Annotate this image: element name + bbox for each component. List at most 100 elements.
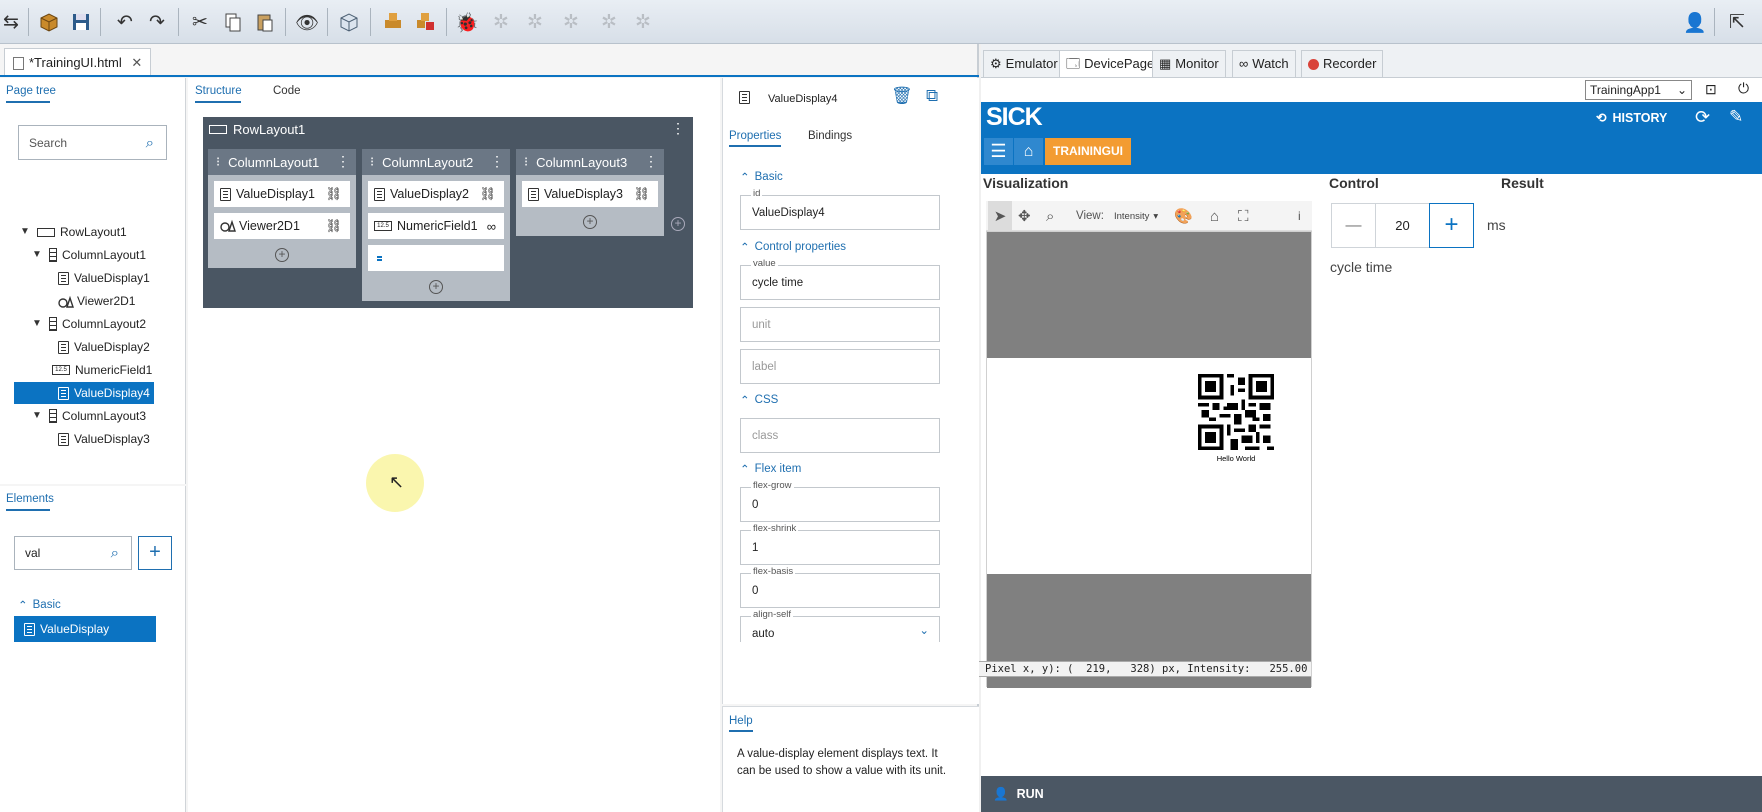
chevron-down-icon[interactable]: ▼ [30, 405, 44, 427]
class-field[interactable]: class [740, 418, 940, 453]
view-mode-select[interactable]: Intensity ▾ [1114, 201, 1158, 231]
link-icon[interactable]: ∞ [487, 219, 496, 234]
tree-item-valuedisplay3[interactable]: ValueDisplay3 [58, 428, 150, 450]
step-over-icon[interactable]: ✲ [556, 7, 586, 37]
step-icon[interactable]: ✲ [486, 7, 516, 37]
unlink-icon[interactable]: ⛓ [479, 186, 496, 202]
fit-view-icon[interactable]: ⛶ [1238, 201, 1249, 231]
redo-icon[interactable]: ↷ [142, 7, 172, 37]
cube-icon[interactable] [334, 7, 364, 37]
section-basic[interactable]: ⌃ Basic [740, 170, 783, 184]
align-self-select[interactable]: align-self auto ⌄ [740, 609, 940, 642]
chevron-down-icon[interactable]: ⌄ [919, 623, 929, 637]
step-out-icon[interactable]: ✲ [594, 7, 624, 37]
tree-item-columnlayout1[interactable]: ▼ ColumnLayout1 [30, 244, 146, 266]
section-control-properties[interactable]: ⌃ Control properties [740, 240, 846, 254]
debug-icon[interactable]: 🐞 [452, 7, 482, 37]
power-icon[interactable]: ⏻ [1738, 80, 1749, 97]
pan-tool-icon[interactable]: ✥ [1018, 201, 1031, 231]
save-icon[interactable] [66, 7, 96, 37]
more-vert-icon[interactable]: ⋮ [490, 153, 504, 170]
screenshot-icon[interactable]: ⊡ [1705, 81, 1717, 98]
more-vert-icon[interactable]: ⋮ [644, 153, 658, 170]
copy-icon[interactable] [218, 7, 248, 37]
nav-page-trainingui[interactable]: TRAININGUI [1045, 138, 1131, 165]
paste-icon[interactable] [250, 7, 280, 37]
zoom-tool-icon[interactable]: ⌕ [1046, 201, 1054, 231]
unlink-icon[interactable]: ⛓ [325, 186, 342, 202]
chevron-down-icon[interactable]: ▼ [30, 244, 44, 266]
block-valuedisplay3[interactable]: ValueDisplay3 ⛓ [522, 181, 658, 207]
unlink-icon[interactable]: ⛓ [325, 218, 342, 234]
refresh-icon[interactable]: ⟳ [1695, 107, 1710, 128]
block-viewer2d1[interactable]: Viewer2D1 ⛓ [214, 213, 350, 239]
home-view-icon[interactable]: ⌂ [1210, 201, 1219, 231]
add-column-icon[interactable]: + [671, 217, 685, 231]
add-child-icon[interactable]: + [429, 280, 443, 294]
sync-icon[interactable]: ⇆ [0, 7, 26, 37]
elements-group-basic[interactable]: ⌃ Basic [18, 598, 61, 612]
unit-field[interactable]: unit [740, 307, 940, 342]
debug-stop-icon[interactable]: ✲ [628, 7, 658, 37]
tab-bindings[interactable]: Bindings [808, 130, 852, 142]
delete-icon[interactable]: 🗑 [891, 86, 913, 106]
flex-shrink-field[interactable]: flex-shrink 1 [740, 523, 940, 565]
info-icon[interactable]: i [1298, 201, 1301, 231]
tab-structure[interactable]: Structure [195, 85, 242, 97]
add-child-icon[interactable]: + [275, 248, 289, 262]
package-icon[interactable] [34, 7, 64, 37]
tab-code[interactable]: Code [273, 85, 301, 97]
user-icon[interactable]: 👤 [1680, 7, 1710, 37]
chevron-down-icon[interactable]: ▼ [18, 221, 32, 243]
pointer-tool-icon[interactable]: ➤ [988, 201, 1012, 231]
block-numericfield1[interactable]: 12.5 NumericField1 ∞ [368, 213, 504, 239]
value-field[interactable]: value cycle time [740, 258, 940, 300]
increment-button[interactable]: + [1429, 203, 1474, 248]
element-valuedisplay[interactable]: ValueDisplay [14, 616, 156, 642]
file-tab[interactable]: *TrainingUI.html ✕ [4, 48, 152, 76]
tree-item-rowlayout1[interactable]: ▼ RowLayout1 [18, 221, 127, 243]
tab-emulator[interactable]: ⚙ Emulator [983, 50, 1065, 78]
decrement-button[interactable]: — [1331, 203, 1376, 248]
menu-icon[interactable]: ☰ [984, 138, 1013, 165]
column-block-2[interactable]: ⁝ ColumnLayout2 ⋮ ValueDisplay2 ⛓ 12.5 Nume… [362, 149, 510, 301]
tab-recorder[interactable]: Recorder [1301, 50, 1384, 78]
block-valuedisplay2[interactable]: ValueDisplay2 ⛓ [368, 181, 504, 207]
tab-properties[interactable]: Properties [729, 130, 781, 142]
id-field[interactable]: id ValueDisplay4 [740, 188, 940, 230]
label-field[interactable]: label [740, 349, 940, 384]
rowlayout-block[interactable]: RowLayout1 ⋮ ⁝ ColumnLayout1 ⋮ ValueDispl… [203, 117, 693, 308]
cycle-time-input[interactable]: 20 [1376, 203, 1429, 248]
tree-item-valuedisplay2[interactable]: ValueDisplay2 [58, 336, 150, 358]
more-vert-icon[interactable]: ⋮ [336, 153, 350, 170]
flex-basis-field[interactable]: flex-basis 0 [740, 566, 940, 608]
column-block-3[interactable]: ⁝ ColumnLayout3 ⋮ ValueDisplay3 ⛓ + [516, 149, 664, 236]
home-icon[interactable]: ⌂ [1014, 138, 1043, 165]
add-element-button[interactable]: + [138, 536, 172, 570]
tab-watch[interactable]: ∞ Watch [1232, 50, 1296, 78]
preview-icon[interactable]: 👁 [292, 7, 322, 37]
undo-icon[interactable]: ↶ [110, 7, 140, 37]
add-child-icon[interactable]: + [583, 215, 597, 229]
elements-search-input[interactable]: val ⌕ [14, 536, 132, 570]
tree-item-columnlayout3[interactable]: ▼ ColumnLayout3 [30, 405, 146, 427]
viewer-canvas[interactable]: Hello World Pixel x, y): ( 219, 328) px,… [979, 231, 1312, 688]
export-icon[interactable]: ⇱ [1722, 7, 1752, 37]
search-icon[interactable]: ⌕ [146, 134, 154, 151]
unlink-icon[interactable]: ⛓ [479, 250, 496, 266]
tree-item-viewer2d1[interactable]: Viewer2D1 [58, 290, 135, 312]
edit-icon[interactable]: ✎ [1729, 107, 1743, 127]
palette-icon[interactable]: 🎨 [1174, 201, 1193, 231]
tab-monitor[interactable]: ▦ Monitor [1152, 50, 1226, 78]
tab-devicepage[interactable]: 🗔 DevicePage [1059, 50, 1162, 78]
stop-deploy-icon[interactable] [410, 7, 440, 37]
search-icon[interactable]: ⌕ [111, 545, 119, 562]
block-valuedisplay4[interactable]: ValueDisplay4 ⛓ [368, 245, 504, 271]
cut-icon[interactable]: ✂ [185, 7, 215, 37]
tree-item-numericfield1[interactable]: 12.5 NumericField1 [52, 359, 152, 381]
app-select[interactable]: TrainingApp1 ⌄ [1585, 80, 1692, 100]
unlink-icon[interactable]: ⛓ [633, 186, 650, 202]
column-block-1[interactable]: ⁝ ColumnLayout1 ⋮ ValueDisplay1 ⛓ Viewer2D… [208, 149, 356, 268]
tree-item-valuedisplay1[interactable]: ValueDisplay1 [58, 267, 150, 289]
flex-grow-field[interactable]: flex-grow 0 [740, 480, 940, 522]
